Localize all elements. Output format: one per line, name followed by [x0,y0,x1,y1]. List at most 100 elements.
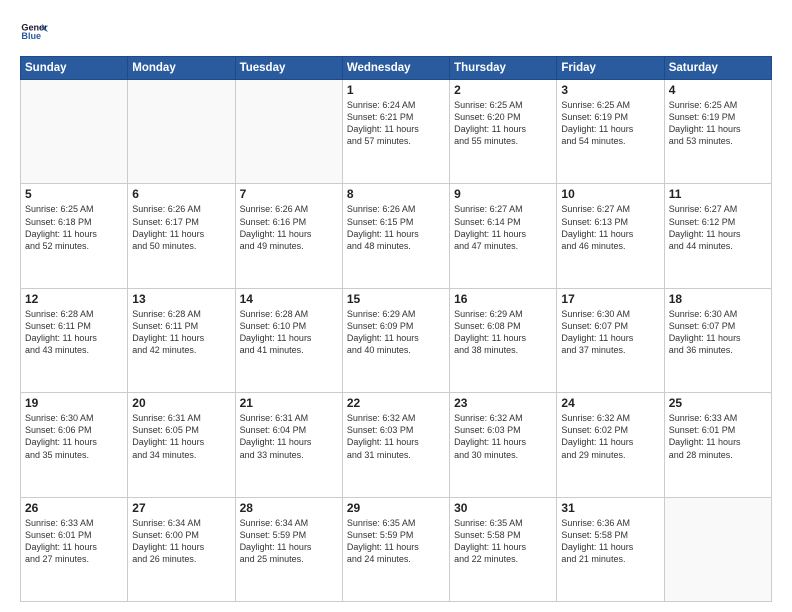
week-row-3: 19Sunrise: 6:30 AM Sunset: 6:06 PM Dayli… [21,393,772,497]
svg-text:Blue: Blue [21,31,41,41]
day-number: 3 [561,83,659,97]
calendar-cell: 12 Sunrise: 6:28 AM Sunset: 6:11 PM Dayli… [21,288,128,392]
calendar-cell: 9 Sunrise: 6:27 AM Sunset: 6:14 PM Daylig… [450,184,557,288]
calendar-cell: 7 Sunrise: 6:26 AM Sunset: 6:16 PM Daylig… [235,184,342,288]
calendar-cell: 21Sunrise: 6:31 AM Sunset: 6:04 PM Dayli… [235,393,342,497]
day-info: Sunrise: 6:33 AM Sunset: 6:01 PM Dayligh… [25,517,123,566]
day-number: 9 [454,187,552,201]
day-info: Sunrise: 6:32 AM Sunset: 6:03 PM Dayligh… [347,412,445,461]
calendar-cell: 5Sunrise: 6:25 AM Sunset: 6:18 PM Daylig… [21,184,128,288]
calendar-cell: 17 Sunrise: 6:30 AM Sunset: 6:07 PM Dayli… [557,288,664,392]
day-number: 29 [347,501,445,515]
week-row-2: 12 Sunrise: 6:28 AM Sunset: 6:11 PM Dayli… [21,288,772,392]
day-info: Sunrise: 6:30 AM Sunset: 6:07 PM Dayligh… [561,308,659,357]
calendar-cell: 26 Sunrise: 6:33 AM Sunset: 6:01 PM Dayli… [21,497,128,601]
day-number: 8 [347,187,445,201]
day-info: Sunrise: 6:28 AM Sunset: 6:11 PM Dayligh… [132,308,230,357]
day-info: Sunrise: 6:30 AM Sunset: 6:07 PM Dayligh… [669,308,767,357]
calendar-cell: 18 Sunrise: 6:30 AM Sunset: 6:07 PM Dayli… [664,288,771,392]
day-number: 31 [561,501,659,515]
week-row-1: 5Sunrise: 6:25 AM Sunset: 6:18 PM Daylig… [21,184,772,288]
day-number: 15 [347,292,445,306]
day-number: 17 [561,292,659,306]
day-number: 24 [561,396,659,410]
calendar-cell: 16 Sunrise: 6:29 AM Sunset: 6:08 PM Dayli… [450,288,557,392]
day-info: Sunrise: 6:24 AM Sunset: 6:21 PM Dayligh… [347,99,445,148]
day-info: Sunrise: 6:36 AM Sunset: 5:58 PM Dayligh… [561,517,659,566]
day-number: 25 [669,396,767,410]
day-number: 20 [132,396,230,410]
calendar-cell: 6 Sunrise: 6:26 AM Sunset: 6:17 PM Daylig… [128,184,235,288]
day-number: 7 [240,187,338,201]
day-number: 14 [240,292,338,306]
calendar-cell: 28 Sunrise: 6:34 AM Sunset: 5:59 PM Dayli… [235,497,342,601]
calendar-cell: 29 Sunrise: 6:35 AM Sunset: 5:59 PM Dayli… [342,497,449,601]
calendar-cell [664,497,771,601]
weekday-header-tuesday: Tuesday [235,57,342,80]
day-info: Sunrise: 6:31 AM Sunset: 6:05 PM Dayligh… [132,412,230,461]
day-info: Sunrise: 6:28 AM Sunset: 6:11 PM Dayligh… [25,308,123,357]
day-number: 1 [347,83,445,97]
calendar-cell: 31 Sunrise: 6:36 AM Sunset: 5:58 PM Dayli… [557,497,664,601]
day-number: 13 [132,292,230,306]
logo: General Blue [20,18,48,46]
day-number: 18 [669,292,767,306]
day-info: Sunrise: 6:35 AM Sunset: 5:58 PM Dayligh… [454,517,552,566]
page: General Blue SundayMondayTuesdayWednesda… [0,0,792,612]
header: General Blue [20,18,772,46]
day-number: 2 [454,83,552,97]
calendar-cell: 4Sunrise: 6:25 AM Sunset: 6:19 PM Daylig… [664,80,771,184]
calendar-cell: 30 Sunrise: 6:35 AM Sunset: 5:58 PM Dayli… [450,497,557,601]
calendar-cell: 10Sunrise: 6:27 AM Sunset: 6:13 PM Dayli… [557,184,664,288]
day-info: Sunrise: 6:34 AM Sunset: 5:59 PM Dayligh… [240,517,338,566]
weekday-header-friday: Friday [557,57,664,80]
day-number: 4 [669,83,767,97]
weekday-header-saturday: Saturday [664,57,771,80]
day-info: Sunrise: 6:31 AM Sunset: 6:04 PM Dayligh… [240,412,338,461]
weekday-header-sunday: Sunday [21,57,128,80]
calendar-cell [235,80,342,184]
day-number: 16 [454,292,552,306]
day-info: Sunrise: 6:27 AM Sunset: 6:14 PM Dayligh… [454,203,552,252]
day-info: Sunrise: 6:34 AM Sunset: 6:00 PM Dayligh… [132,517,230,566]
weekday-header-row: SundayMondayTuesdayWednesdayThursdayFrid… [21,57,772,80]
weekday-header-monday: Monday [128,57,235,80]
day-info: Sunrise: 6:25 AM Sunset: 6:18 PM Dayligh… [25,203,123,252]
week-row-0: 1 Sunrise: 6:24 AM Sunset: 6:21 PM Daylig… [21,80,772,184]
day-info: Sunrise: 6:32 AM Sunset: 6:02 PM Dayligh… [561,412,659,461]
day-number: 26 [25,501,123,515]
day-number: 28 [240,501,338,515]
calendar-cell: 14Sunrise: 6:28 AM Sunset: 6:10 PM Dayli… [235,288,342,392]
day-info: Sunrise: 6:26 AM Sunset: 6:16 PM Dayligh… [240,203,338,252]
calendar-cell: 2Sunrise: 6:25 AM Sunset: 6:20 PM Daylig… [450,80,557,184]
day-info: Sunrise: 6:29 AM Sunset: 6:08 PM Dayligh… [454,308,552,357]
calendar-cell: 24 Sunrise: 6:32 AM Sunset: 6:02 PM Dayli… [557,393,664,497]
day-number: 12 [25,292,123,306]
calendar-cell: 15 Sunrise: 6:29 AM Sunset: 6:09 PM Dayli… [342,288,449,392]
day-info: Sunrise: 6:33 AM Sunset: 6:01 PM Dayligh… [669,412,767,461]
day-info: Sunrise: 6:35 AM Sunset: 5:59 PM Dayligh… [347,517,445,566]
calendar-cell: 22Sunrise: 6:32 AM Sunset: 6:03 PM Dayli… [342,393,449,497]
calendar-cell: 19Sunrise: 6:30 AM Sunset: 6:06 PM Dayli… [21,393,128,497]
day-number: 30 [454,501,552,515]
logo-icon: General Blue [20,18,48,46]
calendar-cell: 11 Sunrise: 6:27 AM Sunset: 6:12 PM Dayli… [664,184,771,288]
day-number: 11 [669,187,767,201]
day-info: Sunrise: 6:27 AM Sunset: 6:12 PM Dayligh… [669,203,767,252]
day-number: 6 [132,187,230,201]
day-number: 23 [454,396,552,410]
day-info: Sunrise: 6:26 AM Sunset: 6:17 PM Dayligh… [132,203,230,252]
calendar-cell: 1 Sunrise: 6:24 AM Sunset: 6:21 PM Daylig… [342,80,449,184]
day-info: Sunrise: 6:32 AM Sunset: 6:03 PM Dayligh… [454,412,552,461]
week-row-4: 26 Sunrise: 6:33 AM Sunset: 6:01 PM Dayli… [21,497,772,601]
calendar-cell: 23 Sunrise: 6:32 AM Sunset: 6:03 PM Dayli… [450,393,557,497]
day-number: 27 [132,501,230,515]
day-info: Sunrise: 6:29 AM Sunset: 6:09 PM Dayligh… [347,308,445,357]
calendar-cell: 8Sunrise: 6:26 AM Sunset: 6:15 PM Daylig… [342,184,449,288]
calendar-cell: 25 Sunrise: 6:33 AM Sunset: 6:01 PM Dayli… [664,393,771,497]
calendar-cell [21,80,128,184]
calendar-cell: 20 Sunrise: 6:31 AM Sunset: 6:05 PM Dayli… [128,393,235,497]
day-number: 10 [561,187,659,201]
weekday-header-thursday: Thursday [450,57,557,80]
calendar-table: SundayMondayTuesdayWednesdayThursdayFrid… [20,56,772,602]
